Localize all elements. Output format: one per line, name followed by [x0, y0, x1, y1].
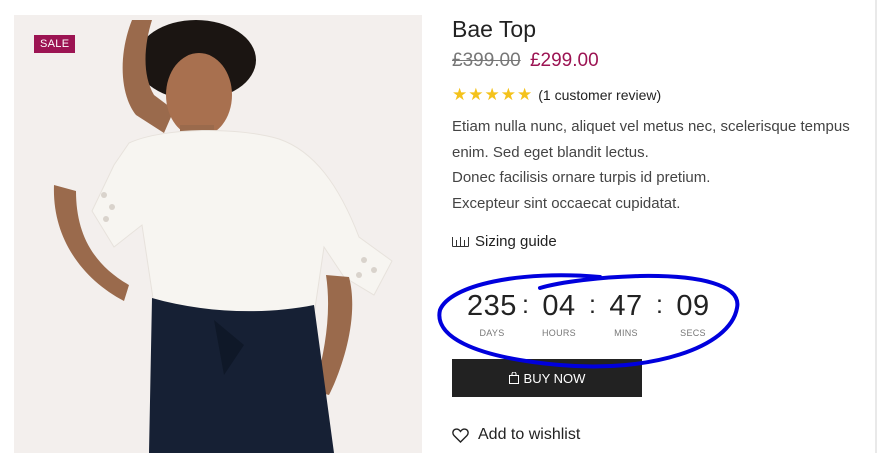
ruler-icon: [452, 237, 469, 247]
countdown-secs-label: SECS: [680, 328, 706, 338]
countdown-days: 235 DAYS: [466, 290, 518, 338]
regular-price: £399.00: [452, 50, 521, 71]
star-icon: ★: [468, 85, 484, 104]
star-icon: ★: [500, 85, 516, 104]
countdown-secs-value: 09: [676, 290, 710, 322]
sale-badge: SALE: [34, 35, 76, 53]
description-paragraph: Excepteur sint occaecat cupidatat.: [452, 194, 681, 212]
shopping-bag-icon: [508, 372, 519, 384]
sale-price: £299.00: [529, 50, 599, 71]
countdown-separator: :: [589, 291, 596, 319]
heart-icon: [452, 427, 469, 443]
countdown-mins-label: MINS: [614, 328, 638, 338]
countdown-separator: :: [656, 291, 663, 319]
add-to-wishlist-link[interactable]: Add to wishlist: [452, 426, 580, 444]
countdown-hours-label: HOURS: [541, 328, 576, 338]
product-price: £399.00 £299.00: [452, 50, 599, 72]
star-icon: ★: [484, 85, 500, 104]
sale-countdown: 235 DAYS : 04 HOURS : 47 MINS : 09 SECS: [466, 290, 719, 338]
product-rating: ★ ★ ★ ★ ★ (1 customer review): [452, 86, 661, 103]
star-rating: ★ ★ ★ ★ ★: [452, 86, 532, 103]
countdown-days-label: DAYS: [479, 328, 505, 338]
product-short-description: Etiam nulla nunc, aliquet vel metus nec,…: [452, 114, 872, 216]
description-paragraph: Donec facilisis ornare turpis id pretium…: [452, 169, 711, 186]
customer-review-link[interactable]: (1 customer review): [538, 87, 661, 103]
buy-now-button[interactable]: BUY NOW: [452, 359, 642, 397]
countdown-days-value: 235: [467, 290, 517, 322]
countdown-hours-value: 04: [542, 290, 576, 322]
page-divider: [875, 0, 877, 453]
countdown-hours: 04 HOURS: [533, 290, 585, 338]
product-title: Bae Top: [452, 16, 536, 42]
buy-now-label: BUY NOW: [523, 370, 586, 386]
countdown-secs: 09 SECS: [667, 290, 719, 338]
star-icon: ★: [517, 85, 533, 104]
description-paragraph: Etiam nulla nunc, aliquet vel metus nec,…: [452, 118, 850, 161]
countdown-separator: :: [522, 291, 529, 319]
wishlist-label: Add to wishlist: [478, 426, 581, 443]
countdown-mins: 47 MINS: [600, 290, 652, 338]
countdown-mins-value: 47: [609, 290, 643, 322]
sizing-guide-link[interactable]: Sizing guide: [452, 233, 557, 250]
star-icon: ★: [452, 85, 468, 104]
product-image[interactable]: [14, 15, 422, 453]
product-image-gallery[interactable]: SALE: [14, 15, 422, 453]
sizing-guide-label: Sizing guide: [475, 233, 557, 250]
